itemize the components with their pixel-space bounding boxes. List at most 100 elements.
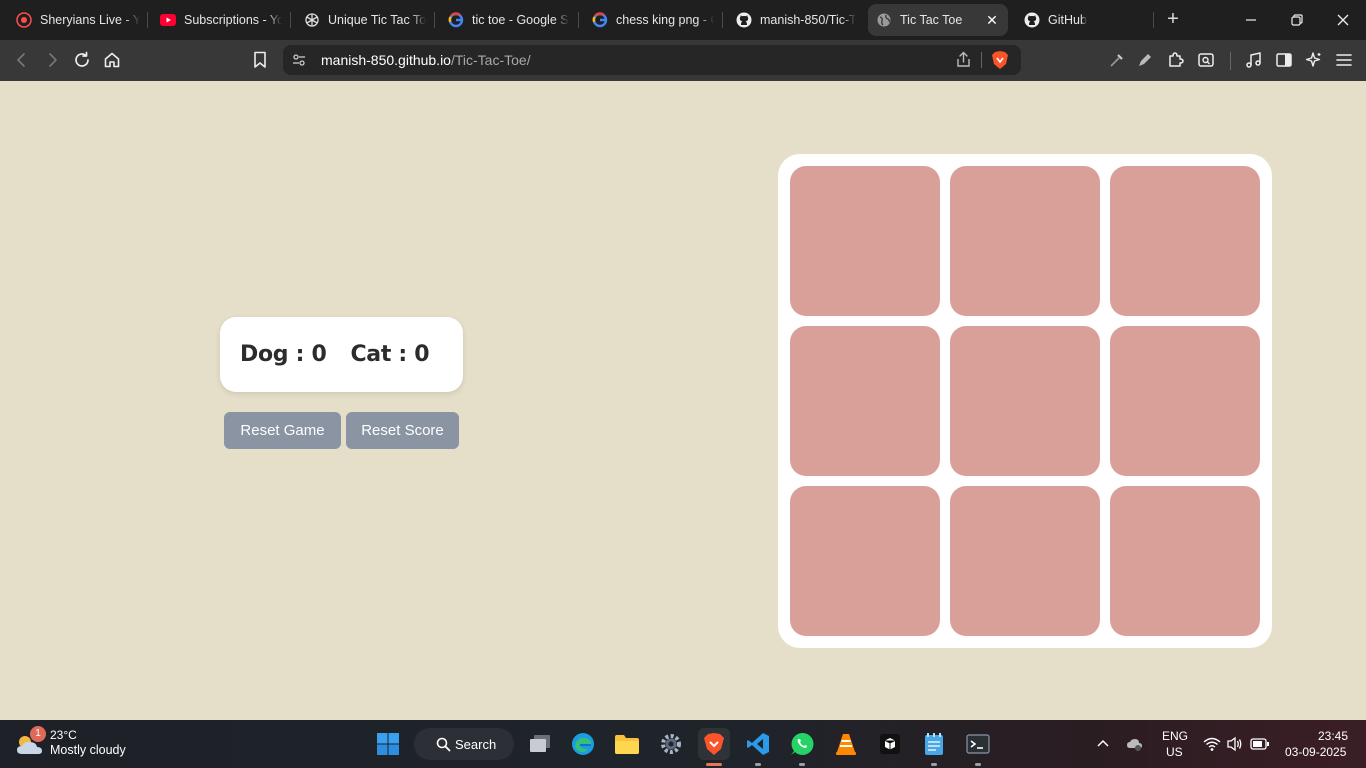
board-cell-6[interactable] [1110, 326, 1260, 476]
tab-unique-tic-tac-toe[interactable]: Unique Tic Tac Toe [296, 4, 434, 36]
google-icon [448, 12, 464, 28]
language-secondary: US [1166, 745, 1183, 759]
clock-date: 03-09-2025 [1285, 745, 1347, 759]
whatsapp-app[interactable] [786, 728, 818, 766]
eyedropper-button[interactable] [1106, 49, 1128, 71]
show-hidden-icons-button[interactable] [1096, 736, 1110, 755]
taskbar-search[interactable]: Search [414, 728, 514, 760]
globe-icon [876, 12, 892, 28]
pen-button[interactable] [1134, 49, 1156, 71]
back-arrow-icon [17, 53, 25, 67]
windows-start-icon [377, 733, 399, 755]
board-cell-5[interactable] [950, 326, 1100, 476]
github-icon [1024, 12, 1040, 28]
reload-button[interactable] [71, 49, 93, 71]
tab-subscriptions[interactable]: Subscriptions - Yo [152, 4, 290, 36]
tab-title: Sheryians Live - Yo [40, 13, 140, 27]
restore-button[interactable] [1283, 6, 1311, 34]
brave-app[interactable] [698, 728, 730, 766]
clock-time[interactable]: 23:45 [1318, 729, 1348, 743]
home-button[interactable] [101, 49, 123, 71]
site-settings-icon[interactable] [291, 52, 307, 73]
board-cell-9[interactable] [1110, 486, 1260, 636]
tab-separator [722, 12, 723, 28]
vlc-app[interactable] [830, 728, 862, 760]
board-cell-4[interactable] [790, 326, 940, 476]
tab-separator [147, 12, 148, 28]
home-icon [104, 52, 120, 68]
url-path: /Tic-Tac-Toe/ [450, 52, 531, 68]
extensions-button[interactable] [1165, 49, 1187, 71]
tab-title: Subscriptions - Yo [184, 13, 282, 27]
game-board [778, 154, 1272, 648]
lens-button[interactable] [1195, 49, 1217, 71]
whatsapp-icon [791, 732, 814, 755]
tab-tic-toe-google[interactable]: tic toe - Google S [440, 4, 578, 36]
cube-app[interactable] [874, 728, 906, 760]
start-button[interactable] [372, 728, 404, 760]
wifi-icon [1203, 737, 1221, 751]
media-button[interactable] [1243, 49, 1265, 71]
tab-title: Tic Tac Toe [900, 13, 963, 27]
tab-title: chess king png - G [616, 13, 714, 27]
volume-tray[interactable] [1226, 736, 1244, 757]
new-tab-button[interactable]: + [1162, 8, 1184, 30]
board-cell-1[interactable] [790, 166, 940, 316]
chevron-up-icon [1097, 739, 1109, 747]
notepad-app[interactable] [918, 728, 950, 766]
speaker-icon [1227, 736, 1242, 752]
reset-score-button[interactable]: Reset Score [346, 412, 459, 449]
wifi-tray[interactable] [1203, 736, 1221, 757]
tab-chess-king-google[interactable]: chess king png - G [584, 4, 722, 36]
page-search-icon [1198, 53, 1214, 67]
tab-github-repo[interactable]: manish-850/Tic-Ta [728, 4, 864, 36]
cube-box-icon [880, 734, 900, 754]
language-primary[interactable]: ENG [1162, 729, 1188, 743]
board-cell-3[interactable] [1110, 166, 1260, 316]
address-bar[interactable]: manish-850.github.io/Tic-Tac-Toe/ [283, 45, 1021, 75]
brave-shields-icon[interactable] [991, 50, 1009, 75]
share-icon[interactable] [955, 51, 973, 74]
folder-icon [615, 735, 639, 754]
minimize-button[interactable] [1237, 6, 1265, 34]
tab-github[interactable]: GitHub [1016, 4, 1146, 36]
terminal-app[interactable] [962, 728, 994, 766]
tab-separator [578, 12, 579, 28]
taskbar: 1 23°C Mostly cloudy Search ENG US 23:45… [0, 720, 1366, 768]
vscode-app[interactable] [742, 728, 774, 766]
menu-button[interactable] [1333, 49, 1355, 71]
onedrive-tray[interactable] [1126, 736, 1144, 757]
eyedropper-icon [1110, 54, 1123, 67]
tab-title: manish-850/Tic-Ta [760, 13, 856, 27]
tab-title: Unique Tic Tac Toe [328, 13, 426, 27]
notepad-icon [925, 733, 943, 755]
weather-widget[interactable]: 1 23°C Mostly cloudy [14, 726, 144, 762]
file-explorer-app[interactable] [611, 728, 643, 760]
minimize-icon [1246, 19, 1256, 21]
leo-ai-button[interactable] [1303, 49, 1325, 71]
vlc-cone-icon [836, 734, 856, 755]
google-icon [592, 12, 608, 28]
board-cell-7[interactable] [790, 486, 940, 636]
board-cell-2[interactable] [950, 166, 1100, 316]
close-tab-icon[interactable]: ✕ [984, 12, 1000, 28]
bookmark-button[interactable] [249, 49, 271, 71]
settings-app[interactable] [655, 728, 687, 760]
board-cell-8[interactable] [950, 486, 1100, 636]
forward-button[interactable] [41, 49, 63, 71]
page-content: Dog : 0 Cat : 0 Reset Game Reset Score [0, 81, 1366, 720]
tab-sheryians[interactable]: Sheryians Live - Yo [8, 4, 148, 36]
tab-tic-tac-toe-active[interactable]: Tic Tac Toe ✕ [868, 4, 1008, 36]
close-window-button[interactable] [1329, 6, 1357, 34]
sidebar-button[interactable] [1273, 49, 1295, 71]
dog-score: Dog : 0 [240, 342, 327, 367]
reset-game-button[interactable]: Reset Game [224, 412, 341, 449]
task-view-button[interactable] [524, 728, 556, 760]
back-button[interactable] [11, 49, 33, 71]
edge-app[interactable] [567, 728, 599, 760]
task-view-icon [530, 735, 550, 752]
battery-tray[interactable] [1250, 737, 1270, 756]
toolbar-divider [1230, 52, 1231, 70]
tab-separator [434, 12, 435, 28]
temperature-text: 23°C [50, 728, 77, 742]
